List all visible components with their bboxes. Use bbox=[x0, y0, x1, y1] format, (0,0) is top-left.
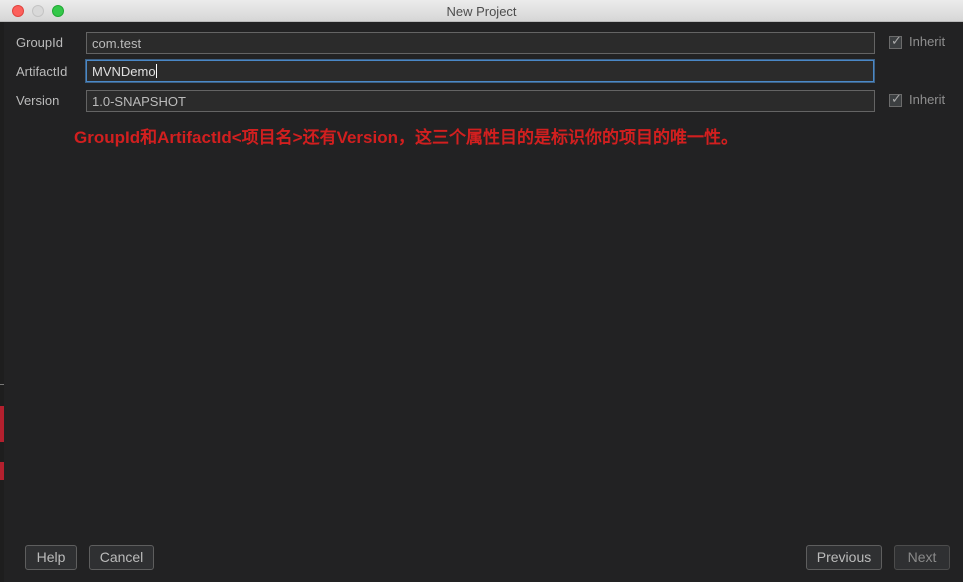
version-inherit-label: Inherit bbox=[909, 92, 946, 107]
help-button[interactable]: Help bbox=[25, 545, 77, 570]
version-field[interactable]: 1.0-SNAPSHOT bbox=[86, 90, 875, 112]
new-project-window: New Project GroupId com.test ✓ Inherit A… bbox=[0, 0, 963, 582]
previous-button[interactable]: Previous bbox=[806, 545, 882, 570]
checkbox-box[interactable]: ✓ bbox=[889, 92, 902, 107]
checkbox-box[interactable]: ✓ bbox=[889, 34, 902, 49]
artifact-id-label: ArtifactId bbox=[16, 64, 68, 79]
cancel-button[interactable]: Cancel bbox=[89, 545, 154, 570]
text-cursor bbox=[155, 64, 157, 78]
next-button[interactable]: Next bbox=[894, 545, 950, 570]
group-id-value: com.test bbox=[92, 36, 142, 51]
version-value: 1.0-SNAPSHOT bbox=[92, 94, 186, 109]
annotation-note: GroupId和ArtifactId<项目名>还有Version，这三个属性目的… bbox=[74, 128, 738, 147]
checkmark-icon: ✓ bbox=[891, 92, 902, 107]
checkmark-icon: ✓ bbox=[891, 34, 902, 49]
group-id-field[interactable]: com.test bbox=[86, 32, 875, 54]
title-bar: New Project bbox=[0, 0, 963, 22]
window-title: New Project bbox=[446, 4, 517, 19]
version-label: Version bbox=[16, 93, 60, 108]
group-id-label: GroupId bbox=[16, 35, 63, 50]
artifact-id-value: MVNDemo bbox=[92, 64, 156, 79]
artifact-id-field[interactable]: MVNDemo bbox=[86, 60, 874, 82]
group-id-inherit-label: Inherit bbox=[909, 34, 946, 49]
